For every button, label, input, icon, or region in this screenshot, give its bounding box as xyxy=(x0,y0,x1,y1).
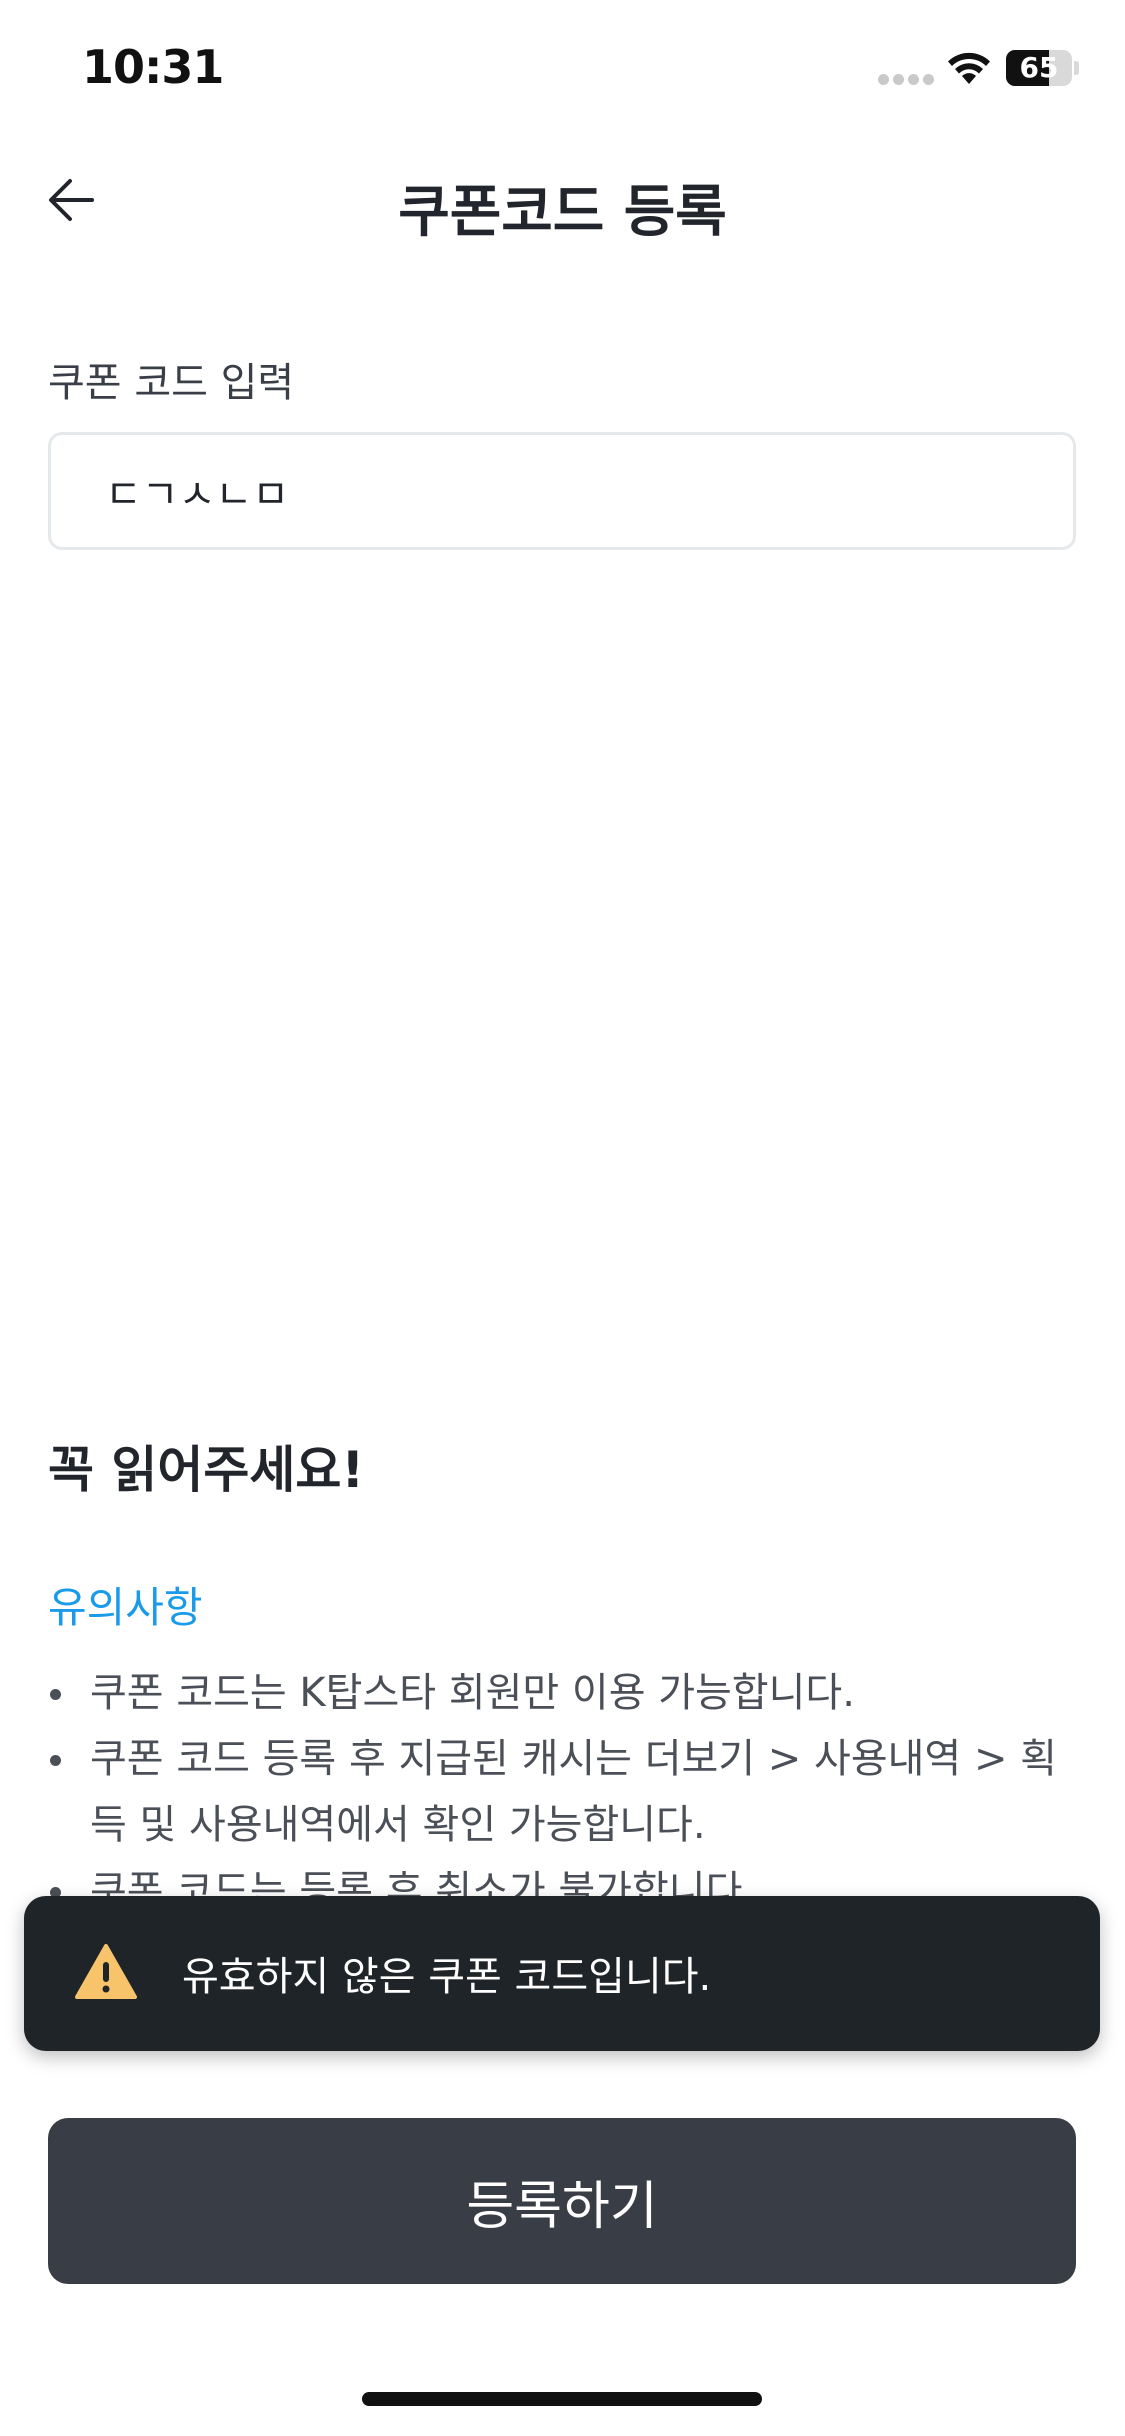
register-button[interactable]: 등록하기 xyxy=(48,2118,1076,2284)
notice-list: 쿠폰 코드는 K탑스타 회원만 이용 가능합니다. 쿠폰 코드 등록 후 지급된… xyxy=(48,1660,1058,1924)
toast-message: 유효하지 않은 쿠폰 코드입니다. xyxy=(182,1954,712,2000)
battery-level: 65 xyxy=(1019,51,1059,84)
warning-icon xyxy=(75,1944,137,1999)
notice-title: 꼭 읽어주세요! xyxy=(48,1441,365,1499)
page-title: 쿠폰코드 등록 xyxy=(398,180,727,245)
error-toast: 유효하지 않은 쿠폰 코드입니다. xyxy=(24,1896,1100,2051)
battery-icon: 65 xyxy=(1006,50,1079,86)
notice-subtitle: 유의사항 xyxy=(48,1583,203,1632)
wifi-icon xyxy=(948,52,990,84)
header: 쿠폰코드 등록 xyxy=(0,135,1125,265)
home-indicator xyxy=(362,2392,762,2406)
notice-item: 쿠폰 코드 등록 후 지급된 캐시는 더보기 > 사용내역 > 획득 및 사용내… xyxy=(48,1726,1058,1858)
status-time: 10:31 xyxy=(82,40,224,94)
notice-item: 쿠폰 코드는 K탑스타 회원만 이용 가능합니다. xyxy=(48,1660,1058,1726)
status-bar: 10:31 65 xyxy=(0,0,1125,135)
coupon-code-input[interactable] xyxy=(48,432,1076,550)
coupon-field-label: 쿠폰 코드 입력 xyxy=(48,360,295,406)
signal-dots-icon xyxy=(878,74,934,86)
